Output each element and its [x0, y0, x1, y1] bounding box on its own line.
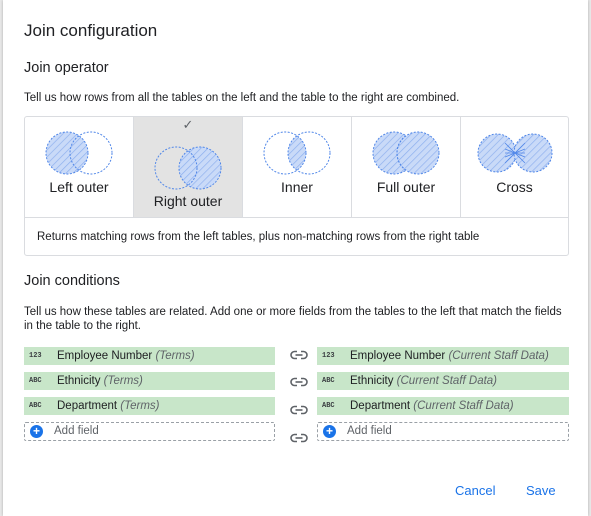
join-option-full-outer[interactable]: Full outer: [352, 117, 461, 217]
join-option-cross[interactable]: Cross: [461, 117, 568, 217]
field-source: (Current Staff Data): [396, 375, 498, 387]
field-source: (Terms): [120, 400, 160, 412]
field-name: Department: [350, 400, 411, 412]
field-name: Department: [57, 400, 118, 412]
number-type-icon: 123: [29, 352, 42, 360]
add-circle-icon: +: [30, 425, 43, 438]
text-type-icon: ABC: [322, 402, 335, 410]
field-name: Ethnicity: [350, 375, 394, 387]
left-add-field-button[interactable]: + Add field: [24, 422, 275, 441]
cancel-button[interactable]: Cancel: [455, 483, 495, 498]
right-field-employee-number[interactable]: 123 Employee Number (Current Staff Data): [317, 347, 569, 365]
link-icon[interactable]: [290, 350, 308, 360]
left-field-employee-number[interactable]: 123 Employee Number (Terms): [24, 347, 275, 365]
join-option-left-outer[interactable]: Left outer: [25, 117, 134, 217]
left-outer-venn-icon: [45, 131, 113, 175]
text-type-icon: ABC: [29, 377, 42, 385]
join-option-inner[interactable]: Inner: [243, 117, 352, 217]
full-outer-label: Full outer: [376, 179, 436, 195]
field-source: (Terms): [103, 375, 143, 387]
join-operator-panel: Left outer ✓ Right outer Inner Full oute…: [24, 116, 569, 256]
right-outer-label: Right outer: [153, 193, 223, 209]
add-circle-icon: +: [323, 425, 336, 438]
link-icon[interactable]: [290, 377, 308, 387]
join-operator-description: Tell us how rows from all the tables on …: [24, 92, 460, 104]
field-name: Ethnicity: [57, 375, 101, 387]
inner-label: Inner: [281, 179, 313, 195]
dialog-title: Join configuration: [24, 21, 158, 40]
field-source: (Current Staff Data): [448, 350, 549, 362]
full-outer-venn-icon: [372, 131, 440, 175]
number-type-icon: 123: [322, 352, 335, 360]
join-conditions-heading: Join conditions: [24, 273, 120, 289]
field-name: Employee Number: [350, 350, 446, 362]
join-configuration-dialog: Join configuration Join operator Tell us…: [3, 0, 588, 516]
inner-venn-icon: [263, 131, 331, 175]
left-field-ethnicity[interactable]: ABC Ethnicity (Terms): [24, 372, 275, 390]
text-type-icon: ABC: [29, 402, 42, 410]
left-outer-label: Left outer: [49, 179, 109, 195]
join-conditions-description: Tell us how these tables are related. Ad…: [24, 306, 562, 332]
cross-venn-icon: [477, 133, 552, 173]
field-name: Employee Number: [57, 350, 153, 362]
right-field-department[interactable]: ABC Department (Current Staff Data): [317, 397, 569, 415]
right-field-ethnicity[interactable]: ABC Ethnicity (Current Staff Data): [317, 372, 569, 390]
link-icon[interactable]: [290, 433, 308, 443]
selected-join-description: Returns matching rows from the left tabl…: [37, 231, 480, 243]
right-outer-venn-icon: [154, 146, 222, 190]
join-operator-options: Left outer ✓ Right outer Inner Full oute…: [25, 117, 568, 218]
field-source: (Terms): [155, 350, 195, 362]
left-field-department[interactable]: ABC Department (Terms): [24, 397, 275, 415]
join-operator-heading: Join operator: [24, 60, 109, 76]
cross-label: Cross: [496, 179, 533, 195]
add-field-label: Add field: [54, 425, 99, 437]
field-source: (Current Staff Data): [413, 400, 514, 412]
text-type-icon: ABC: [322, 377, 335, 385]
right-add-field-button[interactable]: + Add field: [317, 422, 569, 441]
link-icon[interactable]: [290, 405, 308, 415]
join-option-right-outer[interactable]: ✓ Right outer: [134, 117, 243, 217]
save-button[interactable]: Save: [526, 483, 556, 498]
add-field-label: Add field: [347, 425, 392, 437]
selected-check-icon: ✓: [182, 117, 194, 132]
